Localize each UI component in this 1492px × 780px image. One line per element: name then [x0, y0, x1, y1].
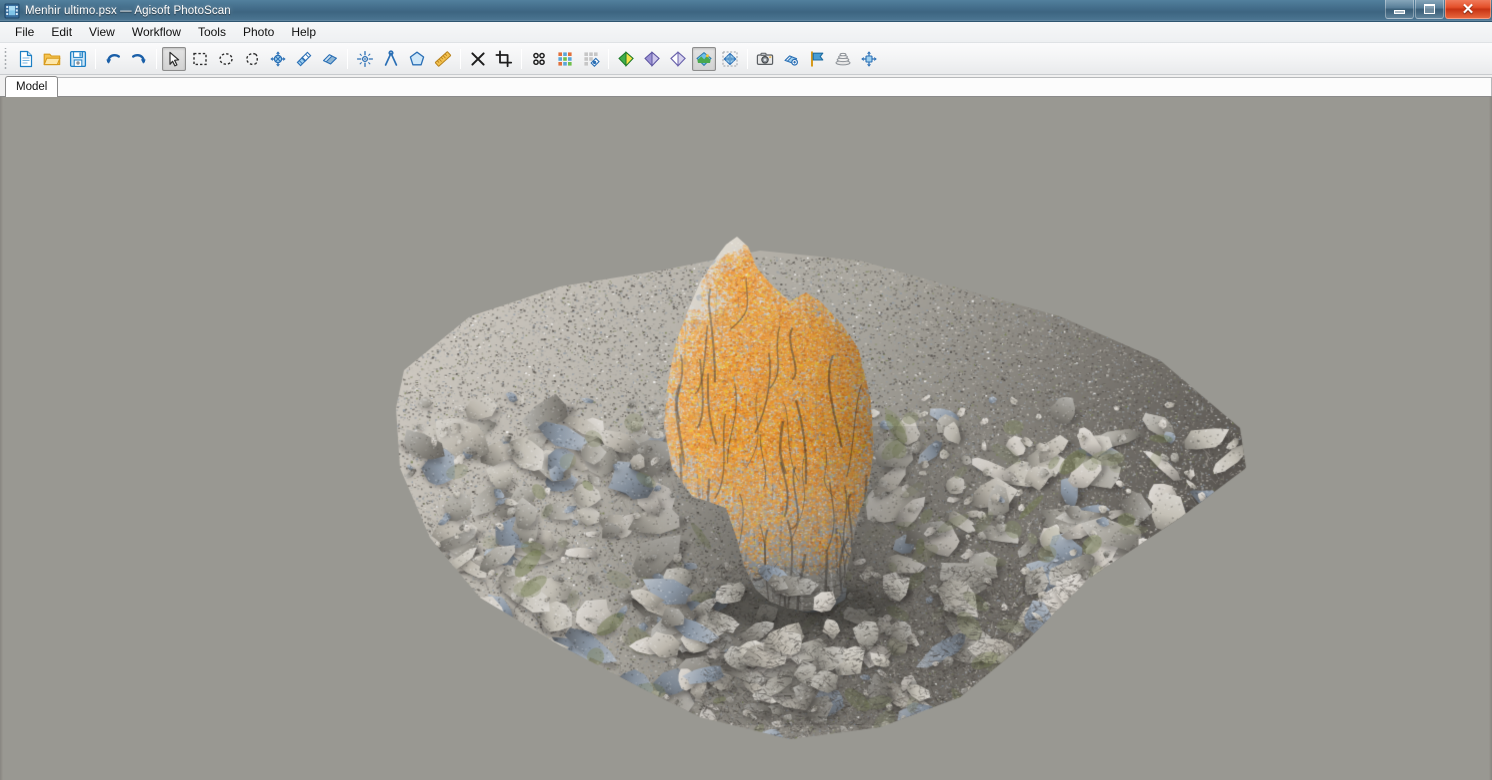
scale-object-icon[interactable] [318, 47, 342, 71]
tab-strip-filler [57, 77, 1492, 96]
title-bar: Menhir ultimo.psx — Agisoft PhotoScan ✕ [0, 0, 1492, 22]
move-object-icon[interactable] [266, 47, 290, 71]
toolbar-separator [521, 48, 522, 69]
menu-edit[interactable]: Edit [43, 23, 81, 42]
camera-capture-icon[interactable] [753, 47, 777, 71]
menu-file[interactable]: File [7, 23, 43, 42]
menu-photo[interactable]: Photo [235, 23, 283, 42]
model-3d-viewport[interactable] [0, 97, 1492, 780]
tab-model-label: Model [16, 80, 48, 93]
photoscan-document-icon [4, 3, 20, 19]
circle-selection-icon[interactable] [214, 47, 238, 71]
show-matches-icon[interactable] [579, 47, 603, 71]
new-document-icon[interactable] [14, 47, 38, 71]
arrow-cursor-icon[interactable] [162, 46, 186, 71]
close-icon: ✕ [1461, 0, 1475, 18]
polygon-shape-icon[interactable] [405, 47, 429, 71]
menu-tools[interactable]: Tools [190, 23, 235, 42]
toolbar-separator [460, 48, 461, 69]
minimize-icon [1394, 9, 1405, 14]
delete-x-icon[interactable] [466, 47, 490, 71]
photoscan-main-window: Menhir ultimo.psx — Agisoft PhotoScan ✕ … [0, 0, 1492, 780]
toolbar-separator [347, 48, 348, 69]
window-title: Menhir ultimo.psx — Agisoft PhotoScan [25, 4, 231, 17]
toolbar-drag-handle[interactable] [3, 47, 10, 70]
undo-arrow-icon[interactable] [101, 47, 125, 71]
save-floppy-icon[interactable] [66, 47, 90, 71]
workspace-tab-strip: Model [0, 75, 1492, 97]
window-controls: ✕ [1385, 0, 1491, 21]
rotate-object-icon[interactable] [292, 47, 316, 71]
toolbar-separator [156, 48, 157, 69]
minimize-button[interactable] [1385, 0, 1414, 19]
tab-model[interactable]: Model [5, 76, 59, 97]
mesh-wireframe-diamond-icon[interactable] [666, 47, 690, 71]
toolbar-separator [95, 48, 96, 69]
open-folder-icon[interactable] [40, 47, 64, 71]
toolbar-separator [747, 48, 748, 69]
toolbar-separator [608, 48, 609, 69]
fit-to-view-icon[interactable] [857, 47, 881, 71]
main-toolbar [0, 43, 1492, 75]
redo-arrow-icon[interactable] [127, 47, 151, 71]
add-marker-icon[interactable] [353, 47, 377, 71]
add-scalebar-icon[interactable] [379, 47, 403, 71]
tiled-model-icon[interactable] [718, 47, 742, 71]
maximize-button[interactable] [1415, 0, 1444, 19]
crop-selection-icon[interactable] [492, 47, 516, 71]
show-cameras-icon[interactable] [527, 47, 551, 71]
ruler-measure-icon[interactable] [431, 47, 455, 71]
restore-icon [1424, 4, 1435, 14]
layers-stack-icon[interactable] [831, 47, 855, 71]
menu-help[interactable]: Help [283, 23, 325, 42]
menu-bar: File Edit View Workflow Tools Photo Help [0, 22, 1492, 43]
textured-model-icon[interactable] [692, 46, 716, 71]
dense-cloud-diamond-icon[interactable] [640, 47, 664, 71]
menu-workflow[interactable]: Workflow [124, 23, 190, 42]
menhir-textured-mesh[interactable] [0, 97, 1492, 780]
flag-marker-icon[interactable] [805, 47, 829, 71]
show-aligned-photos-icon[interactable] [553, 47, 577, 71]
region-reset-icon[interactable] [779, 47, 803, 71]
rectangle-selection-icon[interactable] [188, 47, 212, 71]
free-form-selection-icon[interactable] [240, 47, 264, 71]
point-cloud-diamond-icon[interactable] [614, 47, 638, 71]
menu-view[interactable]: View [81, 23, 124, 42]
close-button[interactable]: ✕ [1445, 0, 1491, 19]
